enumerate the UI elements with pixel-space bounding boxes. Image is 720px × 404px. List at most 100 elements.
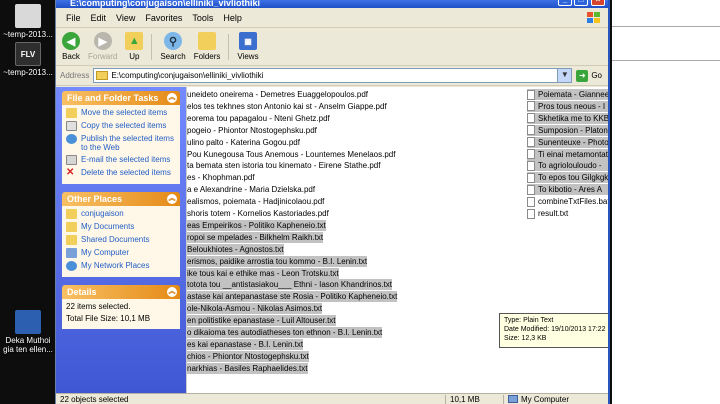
file-item[interactable]: a e Alexandrine - Maria Dzielska.pdf bbox=[187, 184, 315, 195]
status-size: 10,1 MB bbox=[446, 394, 504, 404]
place-my-computer[interactable]: My Computer bbox=[66, 248, 176, 258]
place-shared-documents[interactable]: Shared Documents bbox=[66, 235, 176, 245]
task-publish[interactable]: Publish the selected items to the Web bbox=[66, 134, 176, 152]
file-item[interactable]: shoris totem - Kornelios Kastoriades.pdf bbox=[187, 208, 329, 219]
desktop-icon-temp-2[interactable]: FLV ~temp-2013... bbox=[0, 42, 56, 77]
back-button[interactable]: ◀ Back bbox=[62, 30, 80, 64]
address-dropdown-chevron-icon[interactable]: ▼ bbox=[557, 69, 572, 82]
file-item[interactable]: To epos tou Gilgkgk bbox=[527, 172, 608, 184]
file-item[interactable]: Skhetika me to KKBK bbox=[527, 112, 609, 124]
file-name: ropoi se mpelades - Bilkhelm Raikh.txt bbox=[187, 232, 324, 242]
file-item[interactable]: ealismos, poiemata - Hadjinicolaou.pdf bbox=[187, 196, 324, 207]
place-my-documents[interactable]: My Documents bbox=[66, 222, 176, 232]
toolbar-separator bbox=[228, 33, 230, 60]
file-name: Skhetika me to KKBK bbox=[538, 113, 609, 123]
file-name: totota tou __antistasiakou___ Ethni - Ia… bbox=[187, 280, 393, 290]
title-bar[interactable]: E:\computing\conjugaison\elliniki_vivlio… bbox=[56, 0, 608, 8]
file-item[interactable]: uneideto oneirema - Demetres Euaggelopou… bbox=[187, 89, 368, 100]
task-email[interactable]: E-mail the selected items bbox=[66, 155, 176, 165]
file-item[interactable]: chios - Phiontor Ntostogephsku.txt bbox=[187, 350, 309, 362]
explorer-window: E:\computing\conjugaison\elliniki_vivlio… bbox=[55, 0, 610, 404]
menu-edit[interactable]: Edit bbox=[91, 13, 107, 23]
file-item[interactable]: Pou Kunegousa Tous Anemous - Lountemes M… bbox=[187, 149, 395, 160]
views-button[interactable]: ▦ Views bbox=[237, 30, 259, 64]
other-places-panel: Other Places ︽ conjugaison My Documents … bbox=[62, 192, 180, 277]
file-item[interactable]: astase kai antepanastase ste Rosia - Pol… bbox=[187, 291, 398, 303]
file-item[interactable]: combineTxtFiles.bat bbox=[527, 196, 608, 207]
file-item[interactable]: o dikaioma tes autodiatheses ton ethnon … bbox=[187, 327, 383, 338]
computer-icon bbox=[66, 248, 77, 258]
menu-file[interactable]: File bbox=[66, 13, 81, 23]
file-item[interactable]: To agriolouloudo - bbox=[527, 160, 608, 172]
file-name: ike tous kai e ethike mas - Leon Trotsku… bbox=[187, 268, 339, 278]
file-item[interactable]: result.txt bbox=[527, 208, 608, 219]
file-item[interactable]: Poiemata - Giannees bbox=[527, 89, 608, 100]
desktop-icon-label: ~temp-2013... bbox=[3, 30, 53, 39]
file-item[interactable]: ole-Nikola-Asmou - Nikolas Asimos.txt bbox=[187, 303, 323, 315]
file-item[interactable]: Sunenteuxe - Photor bbox=[527, 136, 608, 148]
task-email-label: E-mail the selected items bbox=[81, 155, 171, 164]
file-name: narkhias - Basiles Raphaelides.txt bbox=[187, 363, 308, 373]
file-item[interactable]: Ti einai metamontate bbox=[527, 148, 608, 160]
file-item[interactable]: totota tou __antistasiakou___ Ethni - Ia… bbox=[187, 279, 393, 291]
file-item[interactable]: erismos, paidike arrostia tou kommo - B.… bbox=[187, 255, 368, 267]
maximize-button[interactable]: □ bbox=[574, 0, 588, 6]
file-item[interactable]: Sumposion - Platonos bbox=[527, 124, 608, 136]
file-item[interactable]: eorema tou papagalou - Nteni Ghetz.pdf bbox=[187, 113, 330, 124]
task-delete[interactable]: ✕ Delete the selected items bbox=[66, 168, 176, 178]
file-item[interactable]: en politistike epanastase - Luil Altouse… bbox=[187, 315, 336, 327]
close-button[interactable]: × bbox=[591, 0, 605, 6]
up-button[interactable]: ▲ Up bbox=[125, 30, 144, 64]
menu-help[interactable]: Help bbox=[223, 13, 242, 23]
place-conjugaison[interactable]: conjugaison bbox=[66, 209, 176, 219]
other-places-body: conjugaison My Documents Shared Document… bbox=[62, 206, 180, 277]
file-item[interactable]: Pros tous neous - I bbox=[527, 100, 608, 112]
collapse-chevron-icon[interactable]: ︽ bbox=[167, 93, 177, 103]
file-item[interactable]: elos tes tekhnes ston Antonio kai st - A… bbox=[187, 101, 387, 112]
file-folder-tasks-header[interactable]: File and Folder Tasks ︽ bbox=[62, 91, 180, 105]
forward-label: Forward bbox=[88, 52, 118, 61]
file-name: o dikaioma tes autodiatheses ton ethnon … bbox=[187, 328, 383, 337]
menu-tools[interactable]: Tools bbox=[192, 13, 213, 23]
file-name: eorema tou papagalou - Nteni Ghetz.pdf bbox=[187, 113, 330, 123]
globe-icon bbox=[66, 134, 77, 144]
desktop-icon-temp-1[interactable]: ~temp-2013... bbox=[0, 4, 56, 39]
desktop-icon-deka-muthoi[interactable]: Deka Muthoi gia ten ellen... bbox=[0, 310, 56, 354]
task-move[interactable]: Move the selected items bbox=[66, 108, 176, 118]
folders-button[interactable]: Folders bbox=[194, 30, 220, 64]
menu-view[interactable]: View bbox=[116, 13, 135, 23]
minimize-button[interactable]: _ bbox=[558, 0, 572, 6]
file-name: eas Empeirikos - Politiko Kapheneio.txt bbox=[187, 220, 326, 230]
go-button[interactable]: ➜ Go bbox=[576, 69, 602, 82]
file-item[interactable]: Beloukhiotes - Agnostos.txt bbox=[187, 243, 284, 255]
folder-icon bbox=[66, 209, 77, 219]
flv-video-icon: FLV bbox=[15, 42, 41, 66]
forward-button[interactable]: ▶ Forward bbox=[88, 30, 117, 64]
other-places-header[interactable]: Other Places ︽ bbox=[62, 192, 180, 206]
file-item[interactable]: ta bemata sten istoria tou kinemato - Ei… bbox=[187, 160, 380, 171]
move-icon bbox=[66, 108, 77, 118]
file-item[interactable]: es - Khophman.pdf bbox=[187, 172, 255, 183]
file-item[interactable]: To kibotio - Ares A bbox=[527, 184, 608, 196]
divider bbox=[612, 60, 720, 61]
file-item[interactable]: pogeio - Phiontor Ntostogephsku.pdf bbox=[187, 125, 317, 136]
place-my-network[interactable]: My Network Places bbox=[66, 261, 176, 271]
task-copy[interactable]: Copy the selected items bbox=[66, 121, 176, 131]
file-item[interactable]: eas Empeirikos - Politiko Kapheneio.txt bbox=[187, 219, 326, 231]
tooltip-date: Date Modified: 19/10/2013 17:22 bbox=[504, 326, 606, 333]
file-list[interactable]: uneideto oneirema - Demetres Euaggelopou… bbox=[186, 87, 609, 393]
collapse-chevron-icon[interactable]: ︽ bbox=[167, 194, 177, 204]
file-item[interactable]: narkhias - Basiles Raphaelides.txt bbox=[187, 362, 308, 374]
collapse-chevron-icon[interactable]: ︽ bbox=[167, 287, 177, 297]
background-window bbox=[612, 0, 720, 404]
file-item[interactable]: ike tous kai e ethike mas - Leon Trotsku… bbox=[187, 267, 339, 279]
place-label: Shared Documents bbox=[81, 235, 150, 244]
search-button[interactable]: ⚲ Search bbox=[160, 30, 186, 64]
address-input[interactable]: E:\computing\conjugaison\elliniki_vivlio… bbox=[93, 68, 573, 83]
file-item[interactable]: es kai epanastase - B.I. Lenin.txt bbox=[187, 338, 304, 350]
details-header[interactable]: Details ︽ bbox=[62, 285, 180, 299]
file-item[interactable]: ulino palto - Katerina Gogou.pdf bbox=[187, 137, 300, 148]
menu-favorites[interactable]: Favorites bbox=[145, 13, 182, 23]
file-item[interactable]: ropoi se mpelades - Bilkhelm Raikh.txt bbox=[187, 231, 324, 243]
network-icon bbox=[66, 261, 77, 271]
